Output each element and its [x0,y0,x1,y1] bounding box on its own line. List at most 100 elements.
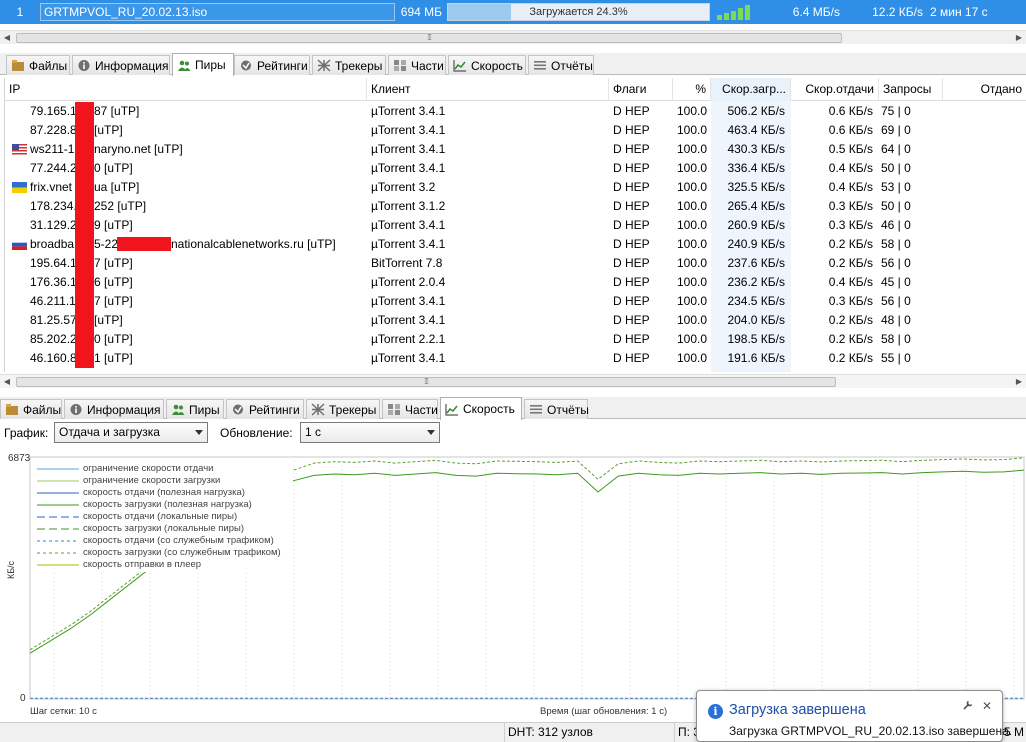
peer-down-speed: 463.4 КБ/s [727,123,785,137]
table-row[interactable]: 46.160.8 1 [uTP] µTorrent 3.4.1 D HEP 100.0 1… [5,349,1026,368]
table-row[interactable]: ws211-1 naryno.net [uTP] µTorrent 3.4.1 D H… [5,140,1026,159]
tab-label: Скорость [471,58,523,73]
table-row[interactable]: 178.234. 252 [uTP] µTorrent 3.1.2 D HEP 100.… [5,197,1026,216]
update-interval-value: 1 с [305,425,322,439]
peer-ip-suffix: [uTP] [94,313,123,327]
peer-flags: D HEP [613,275,650,289]
tab-label: Пиры [195,58,226,72]
peer-requests: 58 | 0 [881,332,911,346]
tab-info[interactable]: Информация [64,399,164,419]
tab-pieces[interactable]: Части [388,55,446,75]
pieces-icon [387,403,401,416]
legend-label: скорость загрузки (со служебным трафиком… [83,547,281,558]
download-complete-notification[interactable]: i Загрузка завершена Загрузка GRTMPVOL_R… [696,690,1012,742]
scroll-thumb[interactable]: ⁞⁞⁞ [16,33,842,43]
tab-speed[interactable]: Скорость [448,55,526,75]
table-row[interactable]: 87.228.8 [uTP] µTorrent 3.4.1 D HEP 100.0 46… [5,121,1026,140]
torrent-index: 1 [0,0,40,24]
table-row[interactable]: frix.vnet ua [uTP] µTorrent 3.2 D HEP 100.0 3… [5,178,1026,197]
peer-down-speed: 191.6 КБ/s [727,351,785,365]
graph-type-select[interactable]: Отдача и загрузка [54,422,208,443]
legend-label: скорость загрузки (локальные пиры) [83,523,245,534]
peer-ip-suffix: 0 [uTP] [94,161,133,175]
peer-flags: D HEP [613,237,650,251]
tab-peers[interactable]: Пиры [166,399,224,419]
tab-peers[interactable]: Пиры [172,53,234,76]
scroll-right-icon[interactable]: ▶ [1012,31,1026,44]
legend-swatch [37,540,79,542]
peer-down-speed: 430.3 КБ/s [727,142,785,156]
tab-files[interactable]: Файлы [6,55,70,75]
tab-trackers[interactable]: Трекеры [306,399,380,419]
column-header[interactable]: % [673,78,711,101]
tab-logger[interactable]: Отчёты [524,399,589,419]
peer-down-speed: 204.0 КБ/s [727,313,785,327]
scroll-left-icon[interactable]: ◀ [0,375,14,388]
graph-controls: График: Отдача и загрузка Обновление: 1 … [0,421,1026,447]
table-row[interactable]: 77.244.2 0 [uTP] µTorrent 3.4.1 D HEP 100.0 3… [5,159,1026,178]
peer-progress: 100.0 [676,142,707,156]
peer-client: µTorrent 3.4.1 [371,237,446,251]
tab-info[interactable]: Информация [72,55,170,75]
peer-ip-hostname: nationalcablenetworks.ru [uTP] [171,237,336,251]
column-header[interactable]: Скор.загр... [711,78,791,101]
health-bars-icon [717,5,750,20]
peers-hscroll[interactable]: ◀ ⁞⁞⁞ ▶ [0,374,1026,388]
tab-speed[interactable]: Скорость [440,397,522,420]
table-row[interactable]: 31.129.2 9 [uTP] µTorrent 3.4.1 D HEP 100.0 2… [5,216,1026,235]
y-axis-unit: КБ/с [6,560,16,579]
torrent-row[interactable]: 1 GRTMPVOL_RU_20.02.13.iso 694 МБ Загруж… [0,0,1026,24]
scroll-left-icon[interactable]: ◀ [0,31,14,44]
column-header[interactable]: Запросы [879,78,943,101]
wrench-icon[interactable] [961,699,975,713]
tab-logger[interactable]: Отчёты [528,55,594,75]
torrent-size: 694 МБ [400,5,442,19]
peer-ip-suffix: 9 [uTP] [94,218,133,232]
top-tab-bar: Файлы Информация Пиры Рейтинги Трекеры Части С… [0,53,1026,76]
chevron-down-icon [195,430,203,435]
notification-message: Загрузка GRTMPVOL_RU_20.02.13.iso заверш… [729,724,1013,738]
flag-ua-icon [12,182,27,193]
table-row[interactable]: 79.165.1 87 [uTP] µTorrent 3.4.1 D HEP 100.0… [5,102,1026,121]
column-header[interactable]: Скор.отдачи [791,78,879,101]
tab-pieces[interactable]: Части [382,399,438,419]
table-row[interactable]: 81.25.57 [uTP] µTorrent 3.4.1 D HEP 100.0 20… [5,311,1026,330]
column-header[interactable]: Отдано [943,78,1026,101]
legend-swatch [37,492,79,494]
column-header[interactable]: IP [5,78,367,101]
peer-ip-suffix: 7 [uTP] [94,294,133,308]
close-icon[interactable]: ✕ [980,699,994,713]
torrent-up-speed: 12.2 КБ/s [872,5,923,19]
peer-requests: 69 | 0 [881,123,911,137]
torrent-list-hscroll[interactable]: ◀ ⁞⁞⁞ ▶ [0,30,1026,44]
peer-client: µTorrent 3.1.2 [371,199,446,213]
scroll-right-icon[interactable]: ▶ [1012,375,1026,388]
peer-progress: 100.0 [676,218,707,232]
table-row[interactable]: 176.36.1 6 [uTP] µTorrent 2.0.4 D HEP 100.0 2… [5,273,1026,292]
tab-label: Отчёты [547,402,589,417]
tab-ratings[interactable]: Рейтинги [226,399,304,419]
peer-down-speed: 234.5 КБ/s [727,294,785,308]
tab-ratings[interactable]: Рейтинги [234,55,310,75]
tab-label: Части [411,58,444,73]
update-interval-label: Обновление: [220,426,293,440]
tab-label: Пиры [189,402,220,417]
redaction-bar [75,102,94,368]
tab-files[interactable]: Файлы [0,399,62,419]
table-row[interactable]: 85.202.2 0 [uTP] µTorrent 2.2.1 D HEP 100.0 1… [5,330,1026,349]
peer-ip-suffix: 1 [uTP] [94,351,133,365]
peer-flags: D HEP [613,180,650,194]
torrent-progress-bar: Загружается 24.3% [447,3,710,21]
graph-type-label: График: [4,426,49,440]
column-header[interactable]: Клиент [367,78,609,101]
scroll-thumb[interactable]: ⁞⁞⁞ [16,377,836,387]
peer-flags: D HEP [613,218,650,232]
tab-label: Скорость [463,402,515,416]
table-row[interactable]: 195.64.1 7 [uTP] BitTorrent 7.8 D HEP 100.0 2… [5,254,1026,273]
tab-trackers[interactable]: Трекеры [312,55,386,75]
peer-progress: 100.0 [676,351,707,365]
column-header[interactable]: Флаги [609,78,673,101]
update-interval-select[interactable]: 1 с [300,422,440,443]
table-row[interactable]: 46.211.1 7 [uTP] µTorrent 3.4.1 D HEP 100.0 2… [5,292,1026,311]
speed-icon [453,59,467,72]
